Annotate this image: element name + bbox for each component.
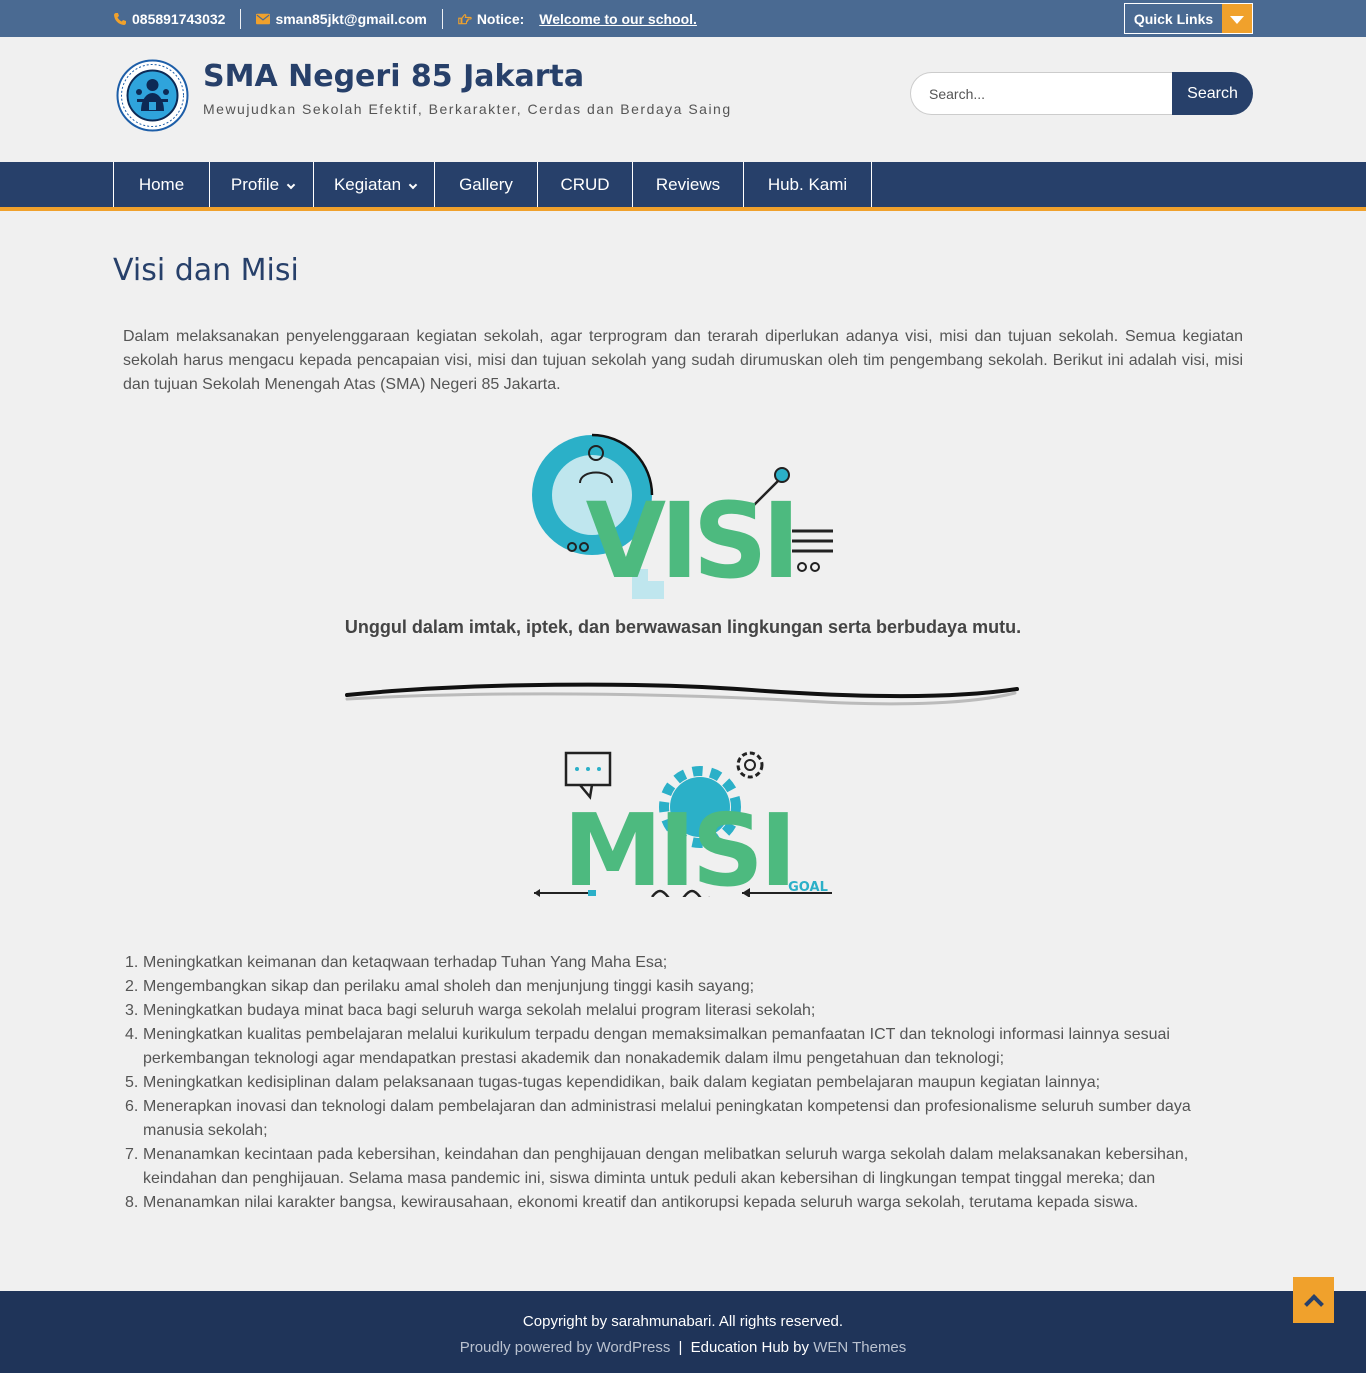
nav-item-home[interactable]: Home (114, 162, 210, 207)
email-contact[interactable]: sman85jkt@gmail.com (256, 10, 427, 27)
visi-image-text: VISI (586, 480, 795, 601)
page-title: Visi dan Misi (113, 253, 299, 288)
list-item-text: Mengembangkan sikap dan perilaku amal sh… (143, 978, 755, 995)
list-item-text: Meningkatkan budaya minat baca bagi selu… (143, 1002, 816, 1019)
list-item: 4. Meningkatkan kualitas pembelajaran mel… (125, 1023, 1203, 1071)
nav-item-kegiatan[interactable]: Kegiatan (314, 162, 435, 207)
nav-item-label: Home (138, 174, 185, 194)
top-bar: 085891743032 sman85jkt@gmail.com Notice:… (0, 0, 1366, 37)
nav-item-label: CRUD (560, 174, 610, 194)
list-item-text: Menanamkan nilai karakter bangsa, kewira… (143, 1194, 1139, 1211)
nav-item-label: Hub. Kami (767, 174, 848, 194)
quick-links-toggle[interactable] (1222, 4, 1252, 33)
quick-links-dropdown[interactable]: Quick Links (1124, 3, 1253, 34)
main-navigation: Home Profile Kegiatan Gallery CRUD Revie… (0, 162, 1366, 211)
topbar-divider (240, 8, 242, 29)
nav-item-label: Gallery (459, 174, 513, 194)
list-item: 7. Menanamkan kecintaan pada kebersihan, … (125, 1143, 1203, 1191)
search-form: Search (910, 72, 1253, 115)
list-item-number: 8. (125, 1194, 139, 1211)
phone-contact[interactable]: 085891743032 (113, 11, 225, 27)
list-item-text: Meningkatkan kedisiplinan dalam pelaksan… (143, 1074, 1101, 1091)
site-description: Mewujudkan Sekolah Efektif, Berkarakter,… (203, 101, 732, 117)
nav-item-reviews[interactable]: Reviews (633, 162, 744, 207)
nav-item-crud[interactable]: CRUD (538, 162, 633, 207)
misi-image-text: MISI (563, 792, 793, 897)
list-item-number: 7. (125, 1146, 139, 1163)
list-item: 5. Meningkatkan kedisiplinan dalam pelaks… (125, 1071, 1203, 1095)
nav-item-hub-kami[interactable]: Hub. Kami (744, 162, 872, 207)
list-item-number: 3. (125, 1002, 139, 1019)
list-item: 8. Menanamkan nilai karakter bangsa, kewi… (125, 1191, 1203, 1215)
list-item-text: Meningkatkan kualitas pembelajaran melal… (143, 1026, 1170, 1067)
misi-image-subtext: GOAL (788, 880, 828, 895)
brush-divider (345, 681, 1020, 711)
email-address: sman85jkt@gmail.com (275, 10, 427, 27)
site-title[interactable]: SMA Negeri 85 Jakarta (203, 59, 584, 94)
nav-item-label: Kegiatan (333, 174, 402, 194)
footer-separator: | (678, 1339, 683, 1356)
list-item-text: Menanamkan kecintaan pada kebersihan, ke… (143, 1146, 1189, 1187)
school-logo[interactable] (113, 59, 192, 132)
search-button[interactable]: Search (1172, 72, 1253, 115)
intro-paragraph: Dalam melaksanakan penyelenggaraan kegia… (123, 328, 1243, 393)
hand-pointing-icon (458, 12, 472, 26)
list-item-number: 1. (125, 954, 139, 971)
envelope-icon (256, 13, 271, 25)
list-item-number: 4. (125, 1026, 139, 1043)
nav-menu: Home Profile Kegiatan Gallery CRUD Revie… (113, 162, 872, 207)
phone-number: 085891743032 (132, 10, 226, 27)
phone-icon (113, 12, 127, 26)
list-item-number: 6. (125, 1098, 139, 1115)
chevron-down-icon (286, 180, 296, 190)
misi-illustration: MISI GOAL (528, 747, 838, 909)
list-item: 1. Meningkatkan keimanan dan ketaqwaan te… (125, 951, 1203, 975)
nav-item-label: Profile (230, 174, 280, 194)
visi-illustration: VISI (528, 431, 838, 602)
nav-item-profile[interactable]: Profile (210, 162, 314, 207)
notice-label: Notice: (476, 10, 525, 27)
chevron-down-icon (408, 180, 418, 190)
visi-statement: Unggul dalam imtak, iptek, dan berwawasa… (344, 617, 1022, 637)
quick-links-label: Quick Links (1133, 10, 1214, 27)
list-item: 2. Mengembangkan sikap dan perilaku amal … (125, 975, 1203, 999)
site-footer: Copyright by sarahmunabari. All rights r… (0, 1291, 1366, 1373)
list-item-text: Menerapkan inovasi dan teknologi dalam p… (143, 1098, 1191, 1139)
notice: Notice: Welcome to our school. (458, 11, 697, 27)
nav-item-label: Reviews (655, 174, 721, 194)
list-item-number: 2. (125, 978, 139, 995)
misi-list: 1. Meningkatkan keimanan dan ketaqwaan te… (125, 951, 1203, 1215)
theme-label: Education Hub by (690, 1339, 810, 1356)
list-item: 6. Menerapkan inovasi dan teknologi dalam… (125, 1095, 1203, 1143)
search-input[interactable] (910, 72, 1172, 115)
theme-author-link[interactable]: WEN Themes (813, 1339, 906, 1356)
list-item: 3. Meningkatkan budaya minat baca bagi se… (125, 999, 1203, 1023)
notice-link[interactable]: Welcome to our school. (539, 11, 697, 27)
scroll-to-top-button[interactable] (1293, 1277, 1334, 1323)
site-header: SMA Negeri 85 Jakarta Mewujudkan Sekolah… (0, 37, 1366, 162)
nav-item-gallery[interactable]: Gallery (435, 162, 538, 207)
caret-down-icon (1230, 16, 1244, 24)
list-item-text: Meningkatkan keimanan dan ketaqwaan terh… (143, 954, 668, 971)
chevron-up-icon (1303, 1294, 1324, 1314)
topbar-divider (441, 8, 443, 29)
copyright-text: Copyright by sarahmunabari. All rights r… (522, 1313, 844, 1330)
footer-credits: Proudly powered by WordPress | Education… (0, 1339, 1366, 1356)
powered-by-link[interactable]: Proudly powered by WordPress (460, 1339, 671, 1356)
list-item-number: 5. (125, 1074, 139, 1091)
